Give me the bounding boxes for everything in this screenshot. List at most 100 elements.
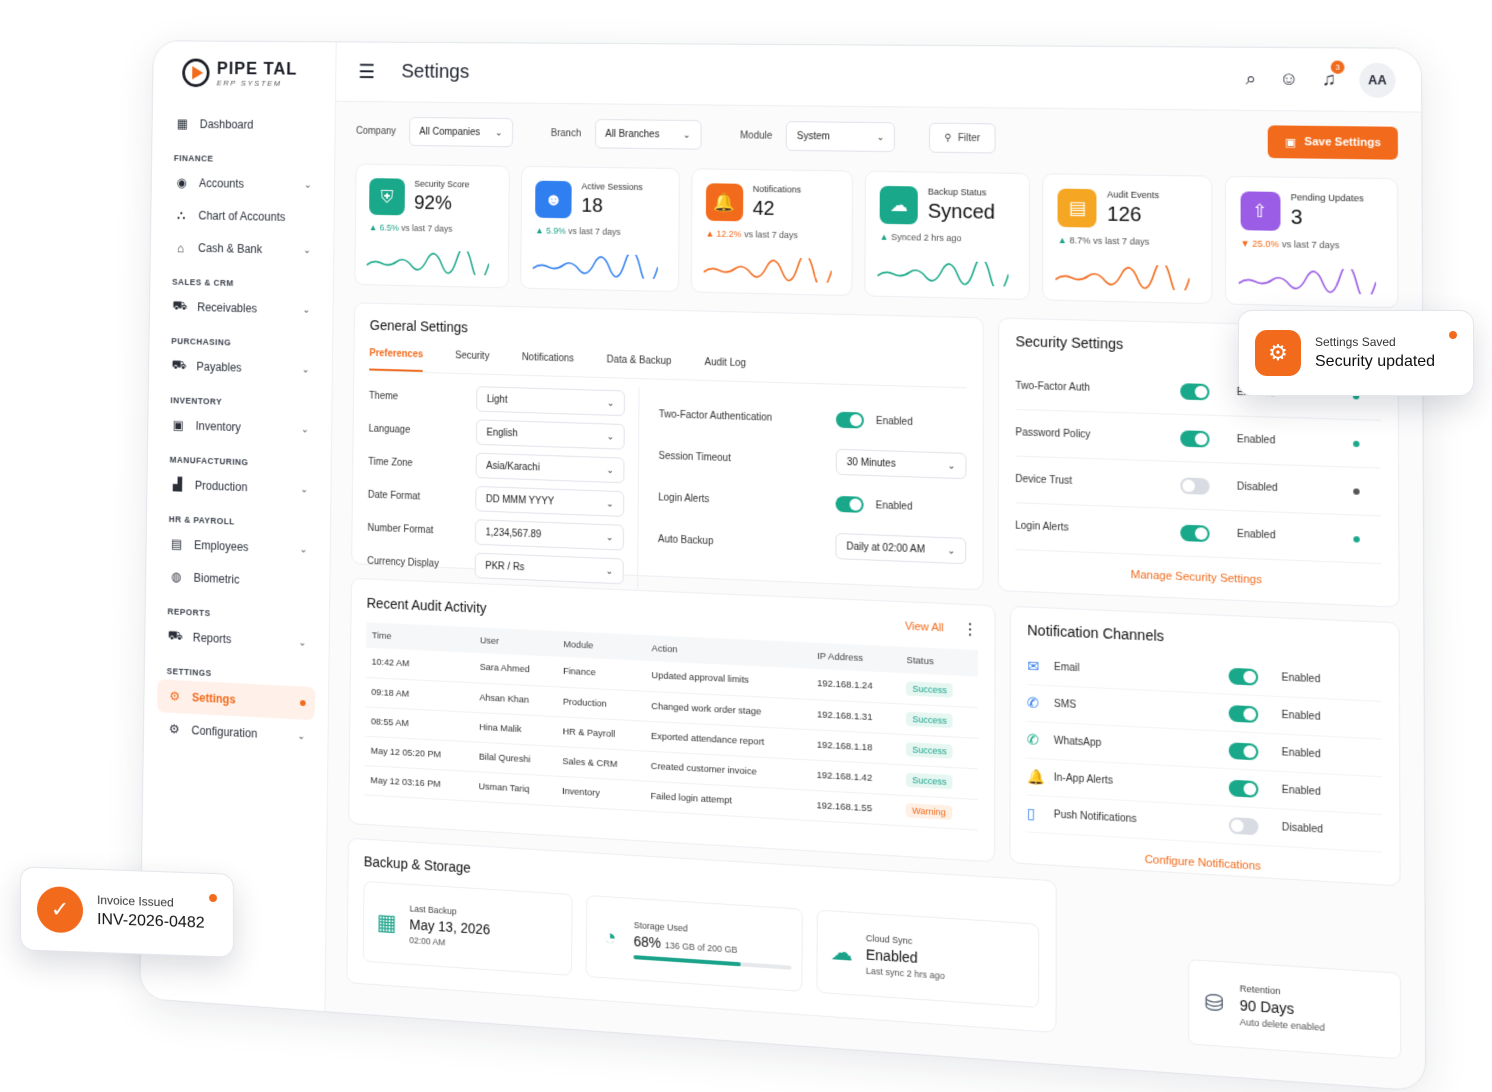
company-select[interactable]: All Companies⌄ <box>409 117 513 147</box>
pref-label: Time Zone <box>368 456 476 470</box>
status-badge: Success <box>906 712 953 729</box>
chevron-down-icon: ⌄ <box>597 397 614 408</box>
unread-dot <box>209 894 217 902</box>
tab-data-backup[interactable]: Data & Backup <box>607 355 672 379</box>
table-cell: 192.168.1.31 <box>811 699 901 734</box>
retention: ⛁ Retention90 DaysAuto delete enabled <box>1188 959 1401 1059</box>
invoice-issued-toast[interactable]: ✓ Invoice Issued INV-2026-0482 <box>20 866 234 957</box>
avatar[interactable]: AA <box>1359 62 1395 97</box>
company-label: Company <box>356 125 396 136</box>
nav-section-title: HR & PAYROLL <box>169 514 317 529</box>
security-toggle[interactable] <box>1180 430 1209 447</box>
sidebar-item-configuration[interactable]: ⚙Configuration⌄ <box>157 712 315 753</box>
kpi-card[interactable]: ⇧ Pending Updates 3 ▼ 25.0% vs last 7 da… <box>1224 176 1398 309</box>
channel-toggle[interactable] <box>1229 742 1259 760</box>
mail-icon: ✉ <box>1027 657 1054 676</box>
bell-icon[interactable]: ♫3 <box>1322 69 1336 91</box>
security-label: Device Trust <box>1015 474 1180 491</box>
save-settings-button[interactable]: ▣Save Settings <box>1268 125 1398 159</box>
sidebar-item-cash-bank[interactable]: ⌂Cash & Bank⌄ <box>163 231 320 267</box>
kpi-card[interactable]: ☻ Active Sessions 18 ▲ 5.9% vs last 7 da… <box>520 166 679 292</box>
view-all-link[interactable]: View All <box>905 620 944 634</box>
table-cell: Success <box>900 734 978 769</box>
tab-notifications[interactable]: Notifications <box>522 352 574 376</box>
kpi-label: Security Score <box>414 179 469 190</box>
trend-arrow: ▲ <box>535 225 544 235</box>
channel-toggle[interactable] <box>1229 667 1259 685</box>
settings-saved-toast[interactable]: ⚙ Settings Saved Security updated <box>1238 310 1474 396</box>
login-alerts-toggle[interactable] <box>836 496 864 513</box>
tab-security[interactable]: Security <box>455 350 489 373</box>
chat-icon[interactable]: ☺ <box>1279 68 1298 90</box>
pref-select[interactable]: PKR / Rs⌄ <box>475 553 624 585</box>
tab-preferences[interactable]: Preferences <box>369 348 423 372</box>
chevron-down-icon: ⌄ <box>297 731 305 742</box>
audit-activity-card: Recent Audit Activity View All ⋮ TimeUse… <box>348 578 995 863</box>
sidebar: PIPE TAL ERP SYSTEM ▦ Dashboard FINANCE … <box>140 41 337 1011</box>
pref-select[interactable]: English⌄ <box>476 419 625 449</box>
sidebar-item-payables[interactable]: ⛟Payables⌄ <box>162 349 319 386</box>
brand-logo[interactable]: PIPE TAL ERP SYSTEM <box>182 58 322 88</box>
kpi-card[interactable]: ▤ Audit Events 126 ▲ 8.7% vs last 7 days <box>1042 173 1212 304</box>
backup-value: May 13, 2026 <box>409 916 490 937</box>
kpi-card[interactable]: ☁ Backup Status Synced ▲ Synced 2 hrs ag… <box>864 171 1030 300</box>
channel-toggle[interactable] <box>1229 779 1259 797</box>
sidebar-item-chart-of-accounts[interactable]: ⛬Chart of Accounts <box>164 199 321 234</box>
security-toggle[interactable] <box>1180 477 1209 494</box>
kpi-card[interactable]: ⛨ Security Score 92% ▲ 6.5% vs last 7 da… <box>354 163 510 288</box>
pref-select[interactable]: Light⌄ <box>476 386 625 416</box>
kpi-value: Synced <box>928 201 995 225</box>
sidebar-item-production[interactable]: ▟Production⌄ <box>160 468 318 507</box>
sparkline-path <box>1056 263 1190 290</box>
sidebar-item-receivables[interactable]: ⛟Receivables⌄ <box>162 290 319 326</box>
manage-security-link[interactable]: Manage Security Settings <box>1015 564 1381 591</box>
trend-arrow: ▲ <box>1058 235 1067 245</box>
cloud-icon: ☁ <box>880 186 918 225</box>
trend-percent: 5.9% <box>546 226 566 236</box>
kpi-trend: ▼ 25.0% vs last 7 days <box>1240 238 1382 251</box>
chevron-down-icon: ⌄ <box>597 464 614 475</box>
branch-select[interactable]: All Branches⌄ <box>595 119 702 150</box>
trend-arrow: ▲ <box>705 229 714 239</box>
toast-message: INV-2026-0482 <box>97 911 205 933</box>
retention-sub: Auto delete enabled <box>1240 1017 1325 1033</box>
sidebar-item-biometric[interactable]: ◍Biometric <box>159 560 317 600</box>
channel-toggle[interactable] <box>1229 704 1259 722</box>
trend-text: vs last 7 days <box>744 229 798 240</box>
table-cell: Warning <box>900 795 978 830</box>
table-cell: Success <box>900 673 978 707</box>
search-icon[interactable]: ⌕ <box>1246 68 1257 89</box>
pref-select[interactable]: Asia/Karachi⌄ <box>476 453 625 484</box>
security-toggle[interactable] <box>1180 383 1209 400</box>
sidebar-item-inventory[interactable]: ▣Inventory⌄ <box>161 409 319 447</box>
kpi-label: Pending Updates <box>1291 192 1364 203</box>
retention-value: 90 Days <box>1240 997 1325 1020</box>
filter-button[interactable]: ⚲Filter <box>929 123 995 154</box>
fingerprint-icon: ◍ <box>168 569 185 585</box>
pref-label: Currency Display <box>367 555 475 570</box>
security-toggle[interactable] <box>1180 524 1209 542</box>
cart-icon: ⛟ <box>171 357 188 375</box>
whatsapp-icon: ✆ <box>1027 731 1054 750</box>
auto-backup-select[interactable]: Daily at 02:00 AM⌄ <box>835 533 966 564</box>
gear-icon: ⚙ <box>1255 330 1301 376</box>
factory-icon: ▟ <box>169 477 186 493</box>
pref-select[interactable]: DD MMM YYYY⌄ <box>475 486 624 517</box>
menu-icon[interactable]: ☰ <box>358 60 375 84</box>
nav-section-title: INVENTORY <box>170 395 318 409</box>
channel-toggle[interactable] <box>1229 816 1259 834</box>
more-vertical-icon[interactable]: ⋮ <box>962 619 978 640</box>
sidebar-item-accounts[interactable]: ◉Accounts⌄ <box>164 166 321 201</box>
trend-arrow: ▲ <box>880 232 889 242</box>
kpi-card[interactable]: 🔔 Notifications 42 ▲ 12.2% vs last 7 day… <box>690 168 852 296</box>
two-factor-toggle[interactable] <box>836 412 864 429</box>
chevron-down-icon: ⌄ <box>302 364 310 375</box>
box-icon: ▣ <box>170 417 187 433</box>
sidebar-item-reports[interactable]: ⛟Reports⌄ <box>158 620 316 660</box>
configure-notifications-link[interactable]: Configure Notifications <box>1027 847 1382 880</box>
session-timeout-select[interactable]: 30 Minutes⌄ <box>836 449 967 480</box>
module-select[interactable]: System⌄ <box>786 121 895 152</box>
tab-audit-log[interactable]: Audit Log <box>704 357 746 381</box>
sidebar-item-dashboard[interactable]: ▦ Dashboard <box>165 108 322 142</box>
pref-select[interactable]: 1,234,567.89⌄ <box>475 519 624 550</box>
